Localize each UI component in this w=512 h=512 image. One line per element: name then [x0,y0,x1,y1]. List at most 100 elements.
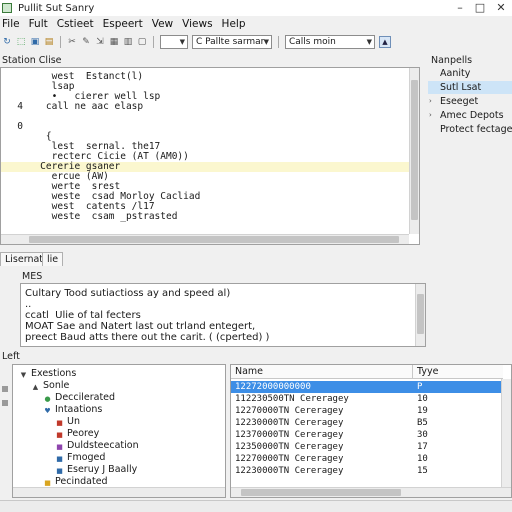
scrollbar-thumb[interactable] [417,294,424,334]
table-row[interactable]: 112230500TN Cereragey 10 [231,393,503,405]
pin-icon[interactable]: ⇲ [95,37,105,47]
navigator-item-label: Aanity [440,68,471,79]
cell-type: 30 [417,430,428,440]
window-icon[interactable]: ▢ [137,37,147,47]
tree-node[interactable]: ■ Fmoged [55,452,105,464]
tab-lie[interactable]: lie [42,252,64,266]
code-line[interactable]: 4 call ne aac elasp [1,102,409,112]
save-icon[interactable]: ▣ [30,37,40,47]
maximize-icon[interactable]: □ [472,1,488,15]
line-marker: 4 [17,101,23,112]
cell-type: 10 [417,454,428,464]
cell-name: 12370000TN Cereragey [235,430,344,440]
navigator-item[interactable]: › Amec Depots [428,109,512,122]
tree-node[interactable]: ■ Peorey [55,428,99,440]
tree-horizontal-scrollbar[interactable] [13,487,225,497]
open-icon[interactable]: ⬚ [16,37,26,47]
menu-fult[interactable]: Fult [29,17,48,32]
lower-header: Left [2,351,20,362]
refresh-icon[interactable]: ↻ [2,37,12,47]
column-header[interactable]: Name [231,365,413,379]
expander-icon[interactable]: › [429,109,432,122]
expander-icon[interactable]: › [429,95,432,108]
tree-node[interactable]: ■ Duldsteecation [55,440,138,452]
menu-views[interactable]: Views [182,17,212,32]
navigator-item-label: Eseeget [440,96,479,107]
code-editor[interactable]: west Estanct(l) lsap • cierer well lsp 4 … [0,67,420,245]
scrollbar-thumb[interactable] [411,80,418,220]
tree-node[interactable]: ▲ Sonle [31,380,70,392]
strip-marker[interactable] [2,386,8,392]
cell-type: 17 [417,442,428,452]
table-row[interactable]: 12230000TN Cereragey 15 [231,465,503,477]
menu-vew[interactable]: Vew [152,17,173,32]
edit-icon[interactable]: ✎ [81,37,91,47]
tree-node[interactable]: ● Deccilerated [43,392,115,404]
menu-espeert[interactable]: Espeert [103,17,143,32]
menu-cstieet[interactable]: Cstieet [57,17,94,32]
editor-vertical-scrollbar[interactable] [409,68,419,234]
tree-node[interactable]: ▼ Exestions [19,368,76,380]
call-combo[interactable]: Calls moin ▼ [285,35,375,49]
tree-node[interactable]: ♥ Intaations [43,404,102,416]
navigator-item[interactable]: Protect fectagec [428,123,512,136]
menu-file[interactable]: File [2,17,20,32]
cell-type: 10 [417,394,428,404]
style-combo[interactable]: C Pallte sarmar ▼ [192,35,272,49]
small-combo[interactable]: ▼ [160,35,188,49]
code-line[interactable] [1,112,409,122]
tree-node[interactable]: ■ Un [55,416,80,428]
navigator-panel: Aanity Sutl Lsat › Eseeget › Amec Depots Prote… [428,67,512,197]
code-text: weste csam _pstrasted [23,211,178,222]
navigator-item-label: Protect fectagec [440,124,512,135]
column-header[interactable]: Tyye [413,365,503,379]
minimize-icon[interactable]: – [452,1,468,15]
navigator-header: Nanpells [431,55,473,66]
menu-bar: File Fult Cstieet Espeert Vew Views Help [0,17,512,32]
table-row[interactable]: 12370000TN Cereragey 30 [231,429,503,441]
code-line[interactable]: weste csam _pstrasted [1,212,409,222]
grid-icon[interactable]: ▦ [109,37,119,47]
navigator-item[interactable]: Aanity [428,67,512,80]
tree-node-label: Exestions [31,368,77,379]
navigator-item[interactable]: Sutl Lsat [428,81,512,94]
go-button[interactable]: ▲ [379,36,391,48]
table-row[interactable]: 12270000TN Cereragey 19 [231,405,503,417]
toolbar: ↻ ⬚ ▣ ▤ ✂ ✎ ⇲ ▦ ▥ ▢ ▼ C Pallte sarmar ▼ … [0,33,512,51]
toolbar-separator [60,36,61,48]
table-row[interactable]: 12272000000000 P [231,381,503,393]
tree-node-label: Un [67,416,80,427]
table-icon[interactable]: ▥ [123,37,133,47]
table-row[interactable]: 12230000TN Cereragey B5 [231,417,503,429]
editor-header: Station Clise [2,55,62,66]
table-row[interactable]: 12270000TN Cereragey 10 [231,453,503,465]
table-horizontal-scrollbar[interactable] [231,487,511,497]
tree-node[interactable]: ■ Eseruy J Baally [55,464,137,476]
line-marker: 0 [17,121,23,132]
node-icon: ▲ [32,383,39,391]
scrollbar-thumb[interactable] [241,489,401,496]
table-row[interactable]: 12350000TN Cereragey 17 [231,441,503,453]
cut-icon[interactable]: ✂ [67,37,77,47]
navigator-item-label: Sutl Lsat [440,82,482,93]
output-vertical-scrollbar[interactable] [415,284,425,346]
output-line: MOAT Sae and Natert last out trland ente… [25,321,256,332]
editor-horizontal-scrollbar[interactable] [1,234,409,244]
navigator-item[interactable]: › Eseeget [428,95,512,108]
tab-bar: Lisernation lie [0,252,512,266]
tree-node-label: Pecindated [55,476,108,487]
table-vertical-scrollbar[interactable] [501,379,511,487]
cell-name: 12272000000000 [235,382,311,392]
scrollbar-thumb[interactable] [29,236,399,243]
output-label: MES [22,271,43,282]
cell-type: 15 [417,466,428,476]
cell-name: 112230500TN Cereragey [235,394,349,404]
strip-marker[interactable] [2,400,8,406]
explorer-tree: ▼ Exestions ▲ Sonle ● Deccilerated ♥ Intaations… [12,364,226,498]
results-table: Name Tyye 12272000000000 P 112230500TN Cerer… [230,364,512,498]
lock-icon[interactable]: ▤ [44,37,54,47]
close-icon[interactable]: ✕ [493,1,509,15]
output-line: Cultary Tood sutiactioss ay and speed al… [25,288,231,299]
code-line[interactable]: 0 [1,122,409,132]
menu-help[interactable]: Help [222,17,246,32]
